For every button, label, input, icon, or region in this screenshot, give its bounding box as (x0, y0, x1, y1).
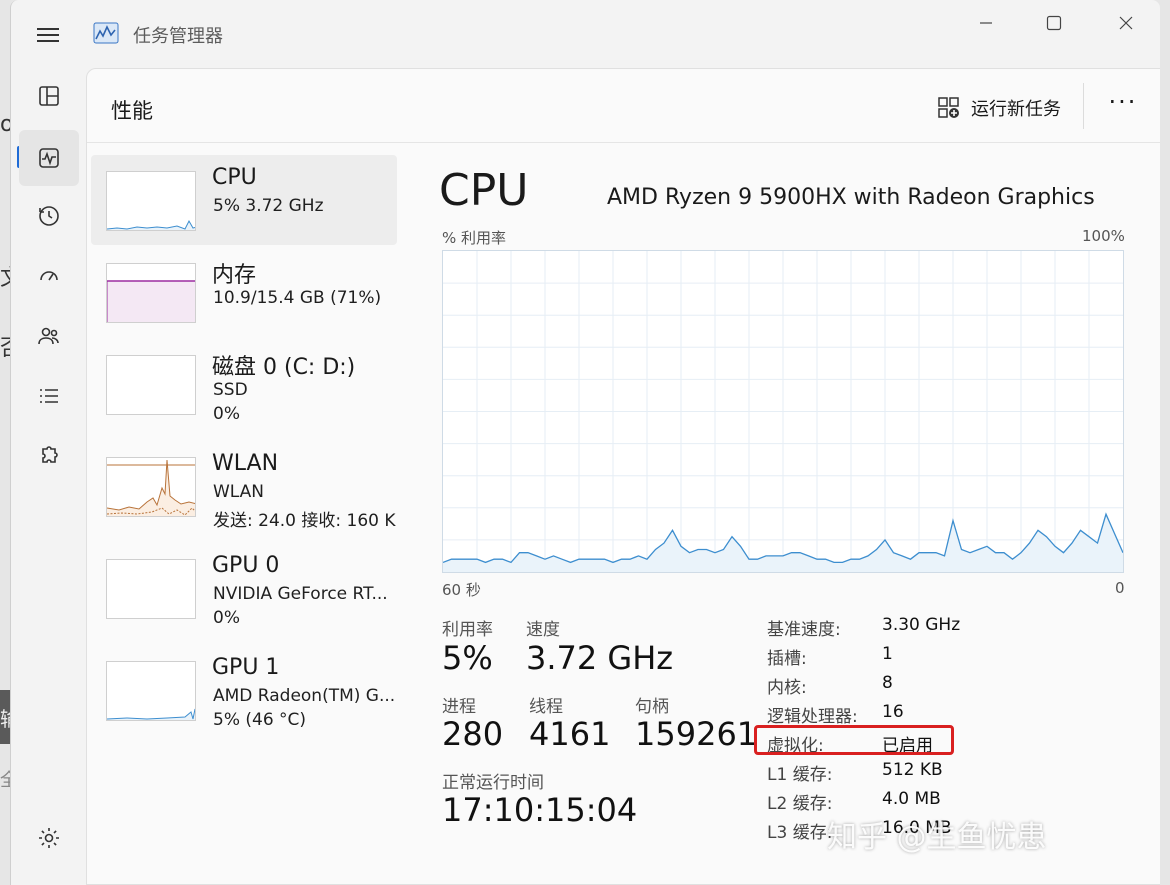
graph-x-left: 60 秒 (442, 581, 481, 599)
virtualization-highlight-box (754, 725, 954, 755)
processes-label: 进程 (442, 697, 476, 717)
resource-name: GPU 0 (212, 553, 280, 578)
resource-name: GPU 1 (212, 655, 280, 680)
speed-value: 3.72 GHz (526, 639, 674, 677)
hamburger-menu-icon[interactable] (35, 22, 61, 48)
details-list-icon (40, 389, 58, 403)
processes-value: 280 (442, 715, 504, 753)
resource-item-wlan[interactable]: WLAN WLAN 发送: 24.0 接收: 160 K (91, 441, 397, 531)
spec-value: 4.0 MB (882, 789, 941, 809)
gpu0-thumbnail-graph (106, 559, 196, 619)
graph-x-right: 0 (1115, 579, 1125, 597)
settings-gear-icon (39, 828, 59, 848)
spec-value: 512 KB (882, 760, 943, 780)
processes-icon (39, 86, 59, 106)
nav-settings[interactable] (19, 810, 79, 866)
more-options-button[interactable]: ··· (1103, 90, 1143, 121)
threads-value: 4161 (529, 715, 611, 753)
run-new-task-label: 运行新任务 (971, 99, 1061, 120)
resource-detail: 10.9/15.4 GB (71%) (213, 288, 382, 308)
resource-name: 内存 (212, 263, 257, 288)
services-puzzle-icon (42, 446, 58, 463)
wlan-thumbnail-graph (106, 457, 196, 517)
spec-label: L3 缓存: (767, 823, 833, 843)
history-icon (39, 206, 59, 226)
title-bar: 任务管理器 (11, 0, 1160, 68)
spec-value: 8 (882, 673, 893, 693)
resource-name: WLAN (212, 451, 279, 476)
new-task-icon (938, 97, 959, 118)
speed-label: 速度 (526, 620, 560, 640)
spec-value: 1 (882, 644, 893, 664)
resource-name: 磁盘 0 (C: D:) (212, 355, 356, 380)
nav-details[interactable] (19, 368, 79, 424)
run-new-task-button[interactable]: 运行新任务 (937, 93, 1061, 123)
cpu-utilization-graph (442, 250, 1124, 573)
handles-value: 159261 (635, 715, 758, 753)
spec-value: 16 (882, 702, 904, 722)
resource-detail-secondary: 0% (213, 404, 240, 424)
users-icon (38, 327, 59, 345)
utilization-label: 利用率 (442, 620, 493, 640)
performance-icon (39, 148, 59, 168)
resource-item-cpu[interactable]: CPU 5% 3.72 GHz (91, 155, 397, 245)
page-title: 性能 (111, 99, 153, 123)
memory-thumbnail-graph (106, 263, 196, 323)
resource-detail-secondary: 0% (213, 608, 240, 628)
resource-detail: NVIDIA GeForce RT... (213, 584, 388, 604)
threads-label: 线程 (529, 697, 563, 717)
resource-item-gpu0[interactable]: GPU 0 NVIDIA GeForce RT... 0% (91, 543, 397, 633)
task-manager-app-icon (93, 22, 119, 44)
task-manager-window: 任务管理器 性能 运行新任务 ··· CPU 5% 3.72 GHz 内存 10… (10, 0, 1160, 885)
cpu-thumbnail-graph (106, 171, 196, 231)
resource-item-disk[interactable]: 磁盘 0 (C: D:) SSD 0% (91, 339, 397, 429)
handles-label: 句柄 (635, 697, 669, 717)
resource-detail: 5% 3.72 GHz (213, 196, 324, 216)
disk-thumbnail-graph (106, 355, 196, 415)
spec-value: 3.30 GHz (882, 615, 961, 635)
resource-detail-secondary: 5% (46 °C) (213, 710, 307, 730)
spec-label: 基准速度: (767, 620, 841, 640)
resource-detail: SSD (213, 380, 248, 400)
spec-label: 内核: (767, 678, 807, 698)
graph-y-label: % 利用率 (442, 229, 507, 247)
minimize-button[interactable] (951, 0, 1021, 46)
nav-app-history[interactable] (19, 188, 79, 244)
uptime-value: 17:10:15:04 (442, 791, 638, 829)
watermark: 知乎 @生鱼忧患 (827, 820, 1047, 855)
window-title: 任务管理器 (133, 26, 223, 47)
uptime-label: 正常运行时间 (442, 773, 544, 793)
resource-detail-secondary: 发送: 24.0 接收: 160 K (213, 511, 396, 531)
close-button[interactable] (1091, 0, 1160, 46)
nav-processes[interactable] (19, 68, 79, 124)
startup-gauge-icon (40, 271, 58, 281)
resource-name: CPU (212, 165, 257, 190)
nav-users[interactable] (19, 308, 79, 364)
nav-startup-apps[interactable] (19, 248, 79, 304)
spec-label: 逻辑处理器: (767, 707, 858, 727)
resource-detail: AMD Radeon(TM) G... (213, 686, 396, 706)
spec-label: L2 缓存: (767, 794, 833, 814)
content-header: 性能 运行新任务 ··· (87, 69, 1160, 143)
header-divider (1083, 83, 1084, 129)
resource-item-memory[interactable]: 内存 10.9/15.4 GB (71%) (91, 247, 397, 337)
cpu-model-name: AMD Ryzen 9 5900HX with Radeon Graphics (607, 185, 1095, 210)
spec-label: 插槽: (767, 649, 807, 669)
gpu1-thumbnail-graph (106, 661, 196, 721)
detail-title: CPU (439, 165, 529, 216)
maximize-button[interactable] (1019, 0, 1089, 46)
nav-services[interactable] (19, 428, 79, 484)
resource-detail: WLAN (213, 482, 265, 502)
utilization-value: 5% (442, 639, 493, 677)
nav-performance[interactable] (19, 130, 79, 186)
resource-item-gpu1[interactable]: GPU 1 AMD Radeon(TM) G... 5% (46 °C) (91, 645, 397, 735)
performance-content: 性能 运行新任务 ··· CPU 5% 3.72 GHz 内存 10.9/15.… (86, 68, 1160, 885)
graph-y-max: 100% (1082, 227, 1125, 245)
spec-label: L1 缓存: (767, 765, 833, 785)
